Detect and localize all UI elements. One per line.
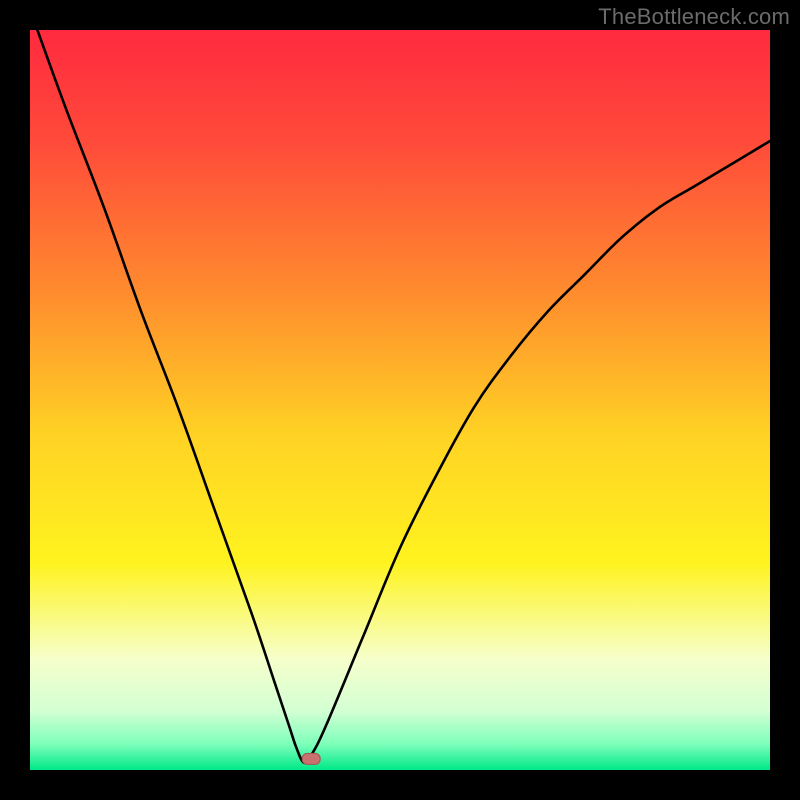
bottleneck-chart bbox=[30, 30, 770, 770]
gradient-background bbox=[30, 30, 770, 770]
watermark-text: TheBottleneck.com bbox=[598, 4, 790, 30]
optimum-marker bbox=[302, 753, 320, 764]
chart-frame bbox=[30, 30, 770, 770]
